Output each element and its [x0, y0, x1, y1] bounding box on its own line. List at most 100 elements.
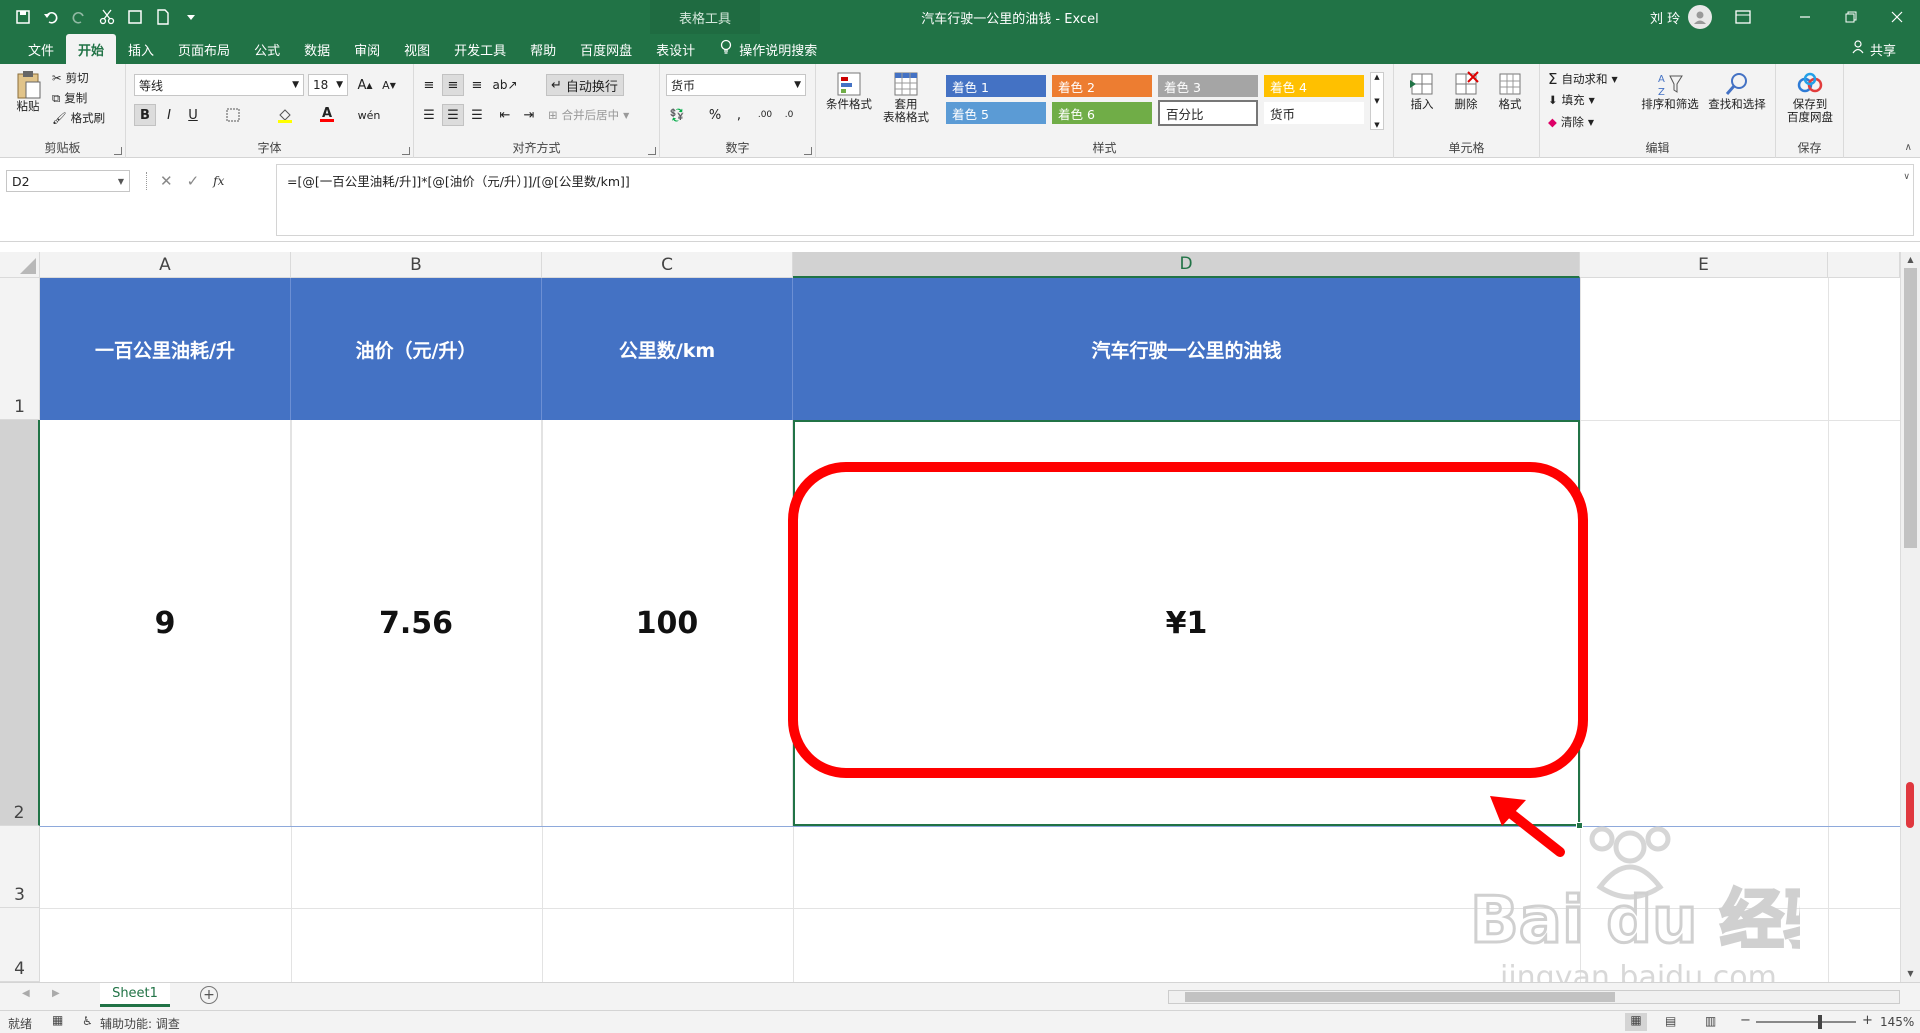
increase-font-size-button[interactable]: A ▲	[354, 74, 376, 96]
increase-indent-icon[interactable]: ⇥	[518, 104, 540, 126]
underline-button[interactable]: U	[182, 104, 204, 126]
tab-page-layout[interactable]: 页面布局	[166, 34, 242, 64]
style-accent-3[interactable]: 着色 3	[1158, 75, 1258, 97]
tab-table-design[interactable]: 表设计	[644, 34, 707, 64]
page-layout-view-icon[interactable]: ▤	[1665, 1014, 1676, 1028]
save-to-netdisk-button[interactable]: 保存到 百度网盘	[1782, 70, 1838, 124]
font-size-select[interactable]: 18 ▼	[308, 74, 348, 96]
tab-baidu-netdisk[interactable]: 百度网盘	[568, 34, 644, 64]
align-center-icon[interactable]: ☰	[442, 104, 464, 126]
row-header-3[interactable]: 3	[0, 826, 40, 908]
tab-help[interactable]: 帮助	[518, 34, 568, 64]
ribbon-display-options-icon[interactable]	[1732, 5, 1754, 29]
zoom-in-icon[interactable]: +	[1862, 1013, 1873, 1028]
wrap-text-button[interactable]: ↵ 自动换行	[546, 74, 624, 96]
clipboard-launcher[interactable]	[114, 147, 122, 155]
page-break-view-icon[interactable]: ▥	[1705, 1014, 1716, 1028]
alignment-launcher[interactable]	[648, 147, 656, 155]
scroll-up-icon[interactable]: ▲	[1901, 252, 1920, 268]
expand-formula-bar-icon[interactable]: ∨	[1903, 172, 1910, 182]
avatar[interactable]	[1688, 5, 1713, 29]
style-percent[interactable]: 百分比	[1158, 100, 1258, 126]
styles-gallery-scroll[interactable]: ▲ ▼ ▼	[1370, 72, 1384, 130]
bold-button[interactable]: B	[134, 104, 156, 126]
zoom-slider[interactable]	[1756, 1015, 1856, 1029]
sheet-tab-sheet1[interactable]: Sheet1	[100, 983, 170, 1007]
style-accent-6[interactable]: 着色 6	[1052, 102, 1152, 124]
column-header-a[interactable]: A	[40, 252, 291, 278]
row-header-2[interactable]: 2	[0, 420, 40, 826]
merge-center-button[interactable]: ⊞ 合并后居中 ▼	[548, 107, 629, 123]
conditional-formatting-button[interactable]: 条件格式	[824, 70, 874, 111]
clear-button[interactable]: ◆ 清除 ▼	[1548, 114, 1594, 130]
save-as-icon[interactable]	[124, 5, 146, 29]
insert-cells-button[interactable]: 插入	[1402, 70, 1442, 111]
restore-icon[interactable]	[1828, 0, 1874, 34]
table-header-a1[interactable]: 一百公里油耗/升	[40, 278, 291, 420]
sheet-nav-prev-icon[interactable]: ◀	[22, 988, 30, 999]
cell-a2[interactable]: 9	[40, 420, 291, 826]
user-area[interactable]: 刘 玲	[1650, 0, 1754, 34]
style-currency[interactable]: 货币	[1264, 102, 1364, 124]
paste-button[interactable]: 粘贴	[10, 70, 46, 113]
align-top-icon[interactable]: ≡	[418, 74, 440, 96]
phonetic-icon[interactable]: wén	[358, 104, 381, 126]
font-launcher[interactable]	[402, 147, 410, 155]
tell-me-search[interactable]: 操作说明搜索	[719, 34, 817, 64]
insert-function-icon[interactable]: fx	[213, 174, 224, 188]
decrease-font-size-button[interactable]: A ▼	[378, 74, 400, 96]
save-icon[interactable]	[12, 5, 34, 29]
formula-input[interactable]: =[@[一百公里油耗/升]]*[@[油价（元/升）]]/[@[公里数/km]]	[276, 164, 1914, 236]
orientation-icon[interactable]: ab↗	[492, 74, 517, 96]
share-button[interactable]: 共享	[1852, 34, 1896, 64]
horizontal-scrollbar[interactable]	[1168, 990, 1900, 1004]
format-cells-button[interactable]: 格式	[1490, 70, 1530, 111]
tab-home[interactable]: 开始	[66, 34, 117, 64]
new-file-icon[interactable]	[152, 5, 174, 29]
cut-button[interactable]: ✂ 剪切	[52, 70, 89, 86]
customize-qat-icon[interactable]	[180, 5, 202, 29]
border-icon[interactable]	[222, 104, 244, 126]
style-accent-4[interactable]: 着色 4	[1264, 75, 1364, 97]
accessibility-icon[interactable]: ♿	[82, 1014, 93, 1028]
cell-c2[interactable]: 100	[542, 420, 793, 826]
align-middle-icon[interactable]: ≡	[442, 74, 464, 96]
column-header-c[interactable]: C	[542, 252, 793, 278]
cut-icon[interactable]	[96, 5, 118, 29]
zoom-slider-thumb[interactable]	[1818, 1015, 1822, 1029]
style-accent-1[interactable]: 着色 1	[946, 75, 1046, 97]
tab-data[interactable]: 数据	[292, 34, 342, 64]
accounting-format-icon[interactable]: 💱	[666, 104, 688, 126]
fill-button[interactable]: ⬇ 填充 ▼	[1548, 92, 1595, 108]
column-header-e[interactable]: E	[1580, 252, 1828, 278]
vertical-scrollbar[interactable]: ▲ ▼	[1900, 252, 1920, 982]
sheet-nav-next-icon[interactable]: ▶	[52, 988, 60, 999]
tab-insert[interactable]: 插入	[116, 34, 166, 64]
tab-formulas[interactable]: 公式	[242, 34, 292, 64]
fill-color-icon[interactable]	[274, 104, 296, 126]
column-header-b[interactable]: B	[291, 252, 542, 278]
accessibility-status[interactable]: 辅助功能: 调查	[100, 1015, 180, 1032]
sort-filter-button[interactable]: AZ 排序和筛选	[1638, 70, 1702, 111]
align-left-icon[interactable]: ☰	[418, 104, 440, 126]
name-box[interactable]: D2 ▼	[6, 170, 130, 192]
format-as-table-button[interactable]: 套用 表格格式	[878, 70, 934, 124]
undo-icon[interactable]	[40, 5, 62, 29]
tab-file[interactable]: 文件	[16, 34, 66, 64]
minimize-icon[interactable]	[1782, 0, 1828, 34]
macro-record-icon[interactable]: ▦	[52, 1013, 63, 1027]
cell-b2[interactable]: 7.56	[291, 420, 542, 826]
table-header-c1[interactable]: 公里数/km	[542, 278, 793, 420]
align-right-icon[interactable]: ☰	[466, 104, 488, 126]
number-launcher[interactable]	[804, 147, 812, 155]
add-sheet-icon[interactable]: +	[200, 986, 218, 1004]
find-select-button[interactable]: 查找和选择	[1704, 70, 1770, 111]
normal-view-icon[interactable]: ▦	[1625, 1013, 1647, 1031]
horizontal-scroll-thumb[interactable]	[1185, 992, 1615, 1002]
row-header-1[interactable]: 1	[0, 278, 40, 420]
collapse-ribbon-icon[interactable]: ∧	[1905, 142, 1912, 153]
table-header-d1[interactable]: 汽车行驶一公里的油钱	[793, 278, 1580, 420]
number-format-select[interactable]: 货币 ▼	[666, 74, 806, 96]
font-color-icon[interactable]: A	[316, 104, 338, 126]
worksheet-grid[interactable]: A B C D E 1 2 3 4 一百公里油耗/升 油价（元/升） 公里数/k…	[0, 252, 1900, 982]
